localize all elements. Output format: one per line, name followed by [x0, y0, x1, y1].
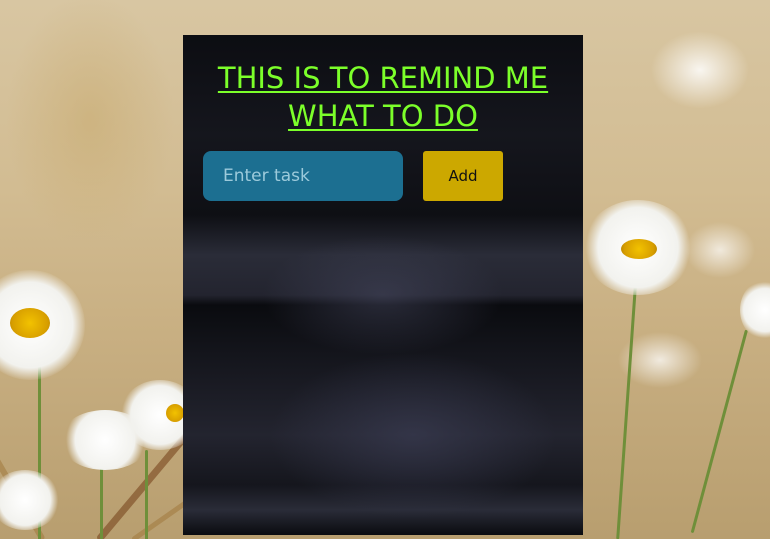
task-input[interactable]	[203, 151, 403, 201]
todo-card: THIS IS TO REMIND ME WHAT TO DO Add	[183, 35, 583, 535]
task-form: Add	[203, 151, 503, 201]
flower-stem	[145, 450, 148, 539]
page-background: THIS IS TO REMIND ME WHAT TO DO Add	[0, 0, 770, 539]
flower-stem	[690, 329, 748, 534]
flower-stem	[616, 269, 638, 539]
add-task-button[interactable]: Add	[423, 151, 503, 201]
flower-stem	[100, 460, 103, 539]
task-list	[183, 225, 583, 525]
page-title: THIS IS TO REMIND ME WHAT TO DO	[217, 61, 549, 133]
